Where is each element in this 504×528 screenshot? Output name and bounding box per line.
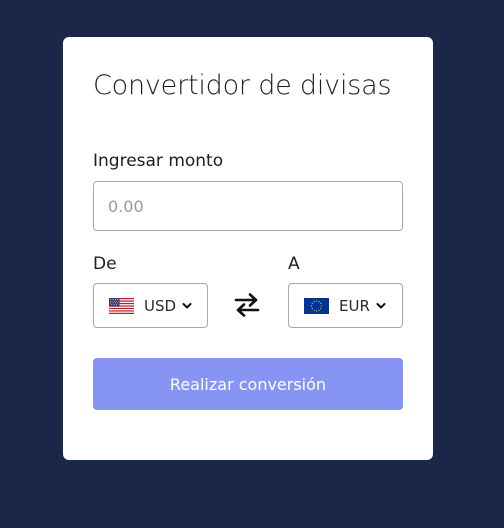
converter-card: Convertidor de divisas Ingresar monto De… xyxy=(63,37,433,460)
amount-label: Ingresar monto xyxy=(93,151,224,171)
from-label: De xyxy=(93,254,117,274)
us-flag-icon xyxy=(109,297,134,314)
eu-flag-icon xyxy=(304,297,329,314)
to-currency-code: EUR xyxy=(339,296,370,315)
amount-input[interactable] xyxy=(93,181,403,231)
convert-button[interactable]: Realizar conversión xyxy=(93,358,403,410)
chevron-down-icon xyxy=(182,302,192,308)
page-title: Convertidor de divisas xyxy=(93,70,392,101)
to-label: A xyxy=(288,254,300,274)
swap-arrows-icon[interactable] xyxy=(233,292,261,318)
from-currency-code: USD xyxy=(144,296,177,315)
chevron-down-icon xyxy=(376,302,386,308)
from-currency-select[interactable]: USD xyxy=(93,283,208,328)
to-currency-select[interactable]: EUR xyxy=(288,283,403,328)
